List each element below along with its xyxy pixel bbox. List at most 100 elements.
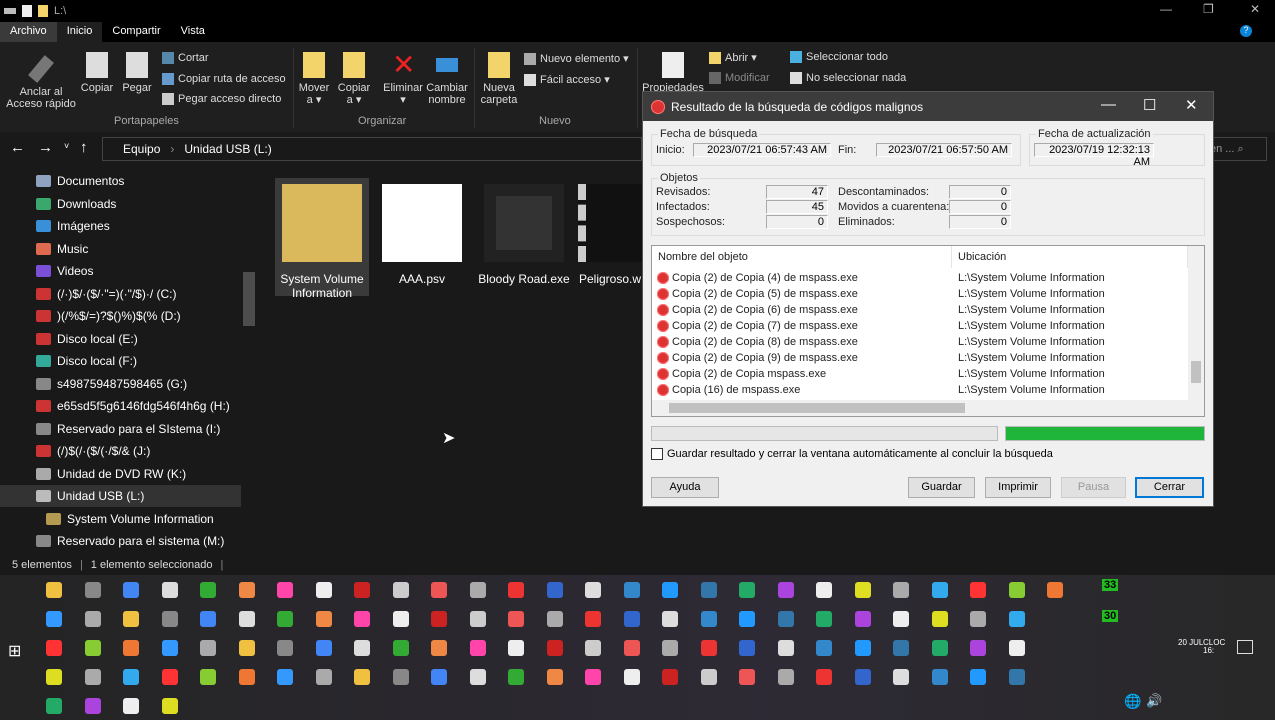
horizontal-scrollbar[interactable] [652,400,1204,416]
help-icon[interactable]: ? [1240,25,1252,37]
taskbar-app-icon[interactable] [200,611,216,627]
taskbar-app-icon[interactable] [623,611,640,627]
taskbar-app-icon[interactable] [1008,582,1025,598]
sidebar-item[interactable]: System Volume Information [46,508,251,530]
taskbar-app-icon[interactable] [585,582,601,598]
sidebar-item[interactable]: s498759487598465 (G:) [36,373,241,395]
taskbar-app-icon[interactable] [123,582,139,598]
up-arrow-icon[interactable]: ↑ [80,139,88,156]
file-item[interactable]: System Volume Information [275,178,369,300]
taskbar-app-icon[interactable] [84,640,101,656]
taskbar-app-icon[interactable] [893,582,909,598]
sidebar-item[interactable]: Downloads [36,193,241,215]
close-button[interactable]: ✕ [1250,2,1260,16]
taskbar-app-icon[interactable] [931,640,948,656]
sidebar-item[interactable]: e65sd5f5g6146fdg546f4h6g (H:) [36,395,241,417]
taskbar-app-icon[interactable] [431,611,447,627]
table-row[interactable]: Copia (2) de Copia (8) de mspass.exe L:\S… [652,334,1188,350]
move-to-button[interactable]: Mover a ▾ [298,52,330,106]
taskbar-app-icon[interactable] [854,582,871,598]
taskbar-app-icon[interactable] [662,611,678,627]
table-row[interactable]: Copia (2) de Copia (7) de mspass.exe L:\S… [652,318,1188,334]
taskbar-app-icon[interactable] [123,698,139,714]
sidebar-item[interactable]: (/·)$/·($/·"=)(·"/$)·/ (C:) [36,283,241,305]
taskbar-app-icon[interactable] [931,611,948,627]
notifications-icon[interactable] [1237,640,1253,654]
sidebar-item[interactable]: Disco local (F:) [36,350,241,372]
sidebar-item[interactable]: Unidad de DVD RW (K:) [36,463,241,485]
tab-inicio[interactable]: Inicio [56,22,103,42]
dialog-maximize-button[interactable]: ☐ [1143,96,1156,114]
taskbar-app-icon[interactable] [123,640,139,656]
pause-button[interactable]: Pausa [1061,477,1126,498]
address-bar[interactable]: Equipo › Unidad USB (L:) [102,137,642,161]
taskbar-app-icon[interactable] [392,669,409,685]
select-none-button[interactable]: No seleccionar nada [790,72,906,84]
taskbar-app-icon[interactable] [469,640,486,656]
taskbar-app-icon[interactable] [662,640,678,656]
taskbar-app-icon[interactable] [84,582,101,598]
taskbar-app-icon[interactable] [1047,582,1063,598]
taskbar-app-icon[interactable] [431,640,447,656]
taskbar-app-icon[interactable] [392,611,409,627]
taskbar-app-icon[interactable] [46,582,62,598]
table-row[interactable]: Copia (2) de Copia mspass.exe L:\System V… [652,366,1188,382]
cut-button[interactable]: Cortar [162,52,209,64]
sidebar-item[interactable]: Reservado para el SIstema (I:) [36,418,241,440]
taskbar-app-icon[interactable] [816,582,832,598]
taskbar-app-icon[interactable] [469,611,486,627]
taskbar-app-icon[interactable] [508,582,524,598]
column-header-location[interactable]: Ubicación [952,246,1188,268]
windows-start-icon[interactable]: ⊞ [8,641,21,661]
dialog-close-button[interactable]: ✕ [1185,96,1198,114]
taskbar-app-icon[interactable] [816,640,832,656]
copy-to-button[interactable]: Copiar a ▾ [337,52,371,106]
taskbar-app-icon[interactable] [854,611,871,627]
tab-compartir[interactable]: Compartir [102,22,170,42]
close-dialog-button[interactable]: Cerrar [1135,477,1204,498]
table-row[interactable]: Copia (2) de Copia (9) de mspass.exe L:\S… [652,350,1188,366]
copy-path-button[interactable]: Copiar ruta de acceso [162,73,286,85]
taskbar-app-icon[interactable] [893,669,909,685]
sidebar-item[interactable]: Documentos [36,170,241,192]
taskbar-app-icon[interactable] [46,611,62,627]
taskbar-app-icon[interactable] [662,669,678,685]
taskbar-app-icon[interactable] [546,669,563,685]
taskbar-app-icon[interactable] [161,698,178,714]
sidebar-item[interactable]: Unidad USB (L:) [0,485,241,507]
tab-vista[interactable]: Vista [171,22,215,42]
volume-icon[interactable]: 🔊 [1146,693,1162,709]
taskbar-app-icon[interactable] [84,669,101,685]
taskbar-app-icon[interactable] [662,582,678,598]
tray-badge-33[interactable]: 33 [1102,579,1119,591]
sidebar-item[interactable]: )(/%$/=)?$()%)$(% (D:) [36,305,241,327]
file-item[interactable]: Peligroso.w [578,178,642,296]
taskbar-app-icon[interactable] [238,640,255,656]
taskbar-app-icon[interactable] [123,611,139,627]
dialog-minimize-button[interactable]: — [1101,96,1116,113]
pin-quick-access-button[interactable]: Anclar al Acceso rápido [6,55,76,110]
taskbar-app-icon[interactable] [777,611,794,627]
taskbar-app-icon[interactable] [469,669,486,685]
taskbar-app-icon[interactable] [161,640,178,656]
taskbar-app-icon[interactable] [931,582,948,598]
new-folder-button[interactable]: Nueva carpeta [480,52,518,106]
taskbar-app-icon[interactable] [277,640,293,656]
taskbar-app-icon[interactable] [354,611,370,627]
paste-button[interactable]: Pegar [120,52,154,94]
taskbar-app-icon[interactable] [84,611,101,627]
file-item[interactable]: Bloody Road.exe [477,178,571,296]
edit-button[interactable]: Modificar [709,72,770,84]
properties-quick-icon[interactable] [22,5,32,17]
taskbar-app-icon[interactable] [315,640,332,656]
search-input[interactable]: en ... ⌕ [1205,137,1267,161]
taskbar-app-icon[interactable] [970,611,986,627]
taskbar-app-icon[interactable] [777,669,794,685]
taskbar-app-icon[interactable] [238,582,255,598]
taskbar-app-icon[interactable] [739,669,755,685]
taskbar-app-icon[interactable] [623,582,640,598]
paste-shortcut-button[interactable]: Pegar acceso directo [162,93,281,105]
taskbar-app-icon[interactable] [854,640,871,656]
taskbar-app-icon[interactable] [546,640,563,656]
taskbar-app-icon[interactable] [161,611,178,627]
